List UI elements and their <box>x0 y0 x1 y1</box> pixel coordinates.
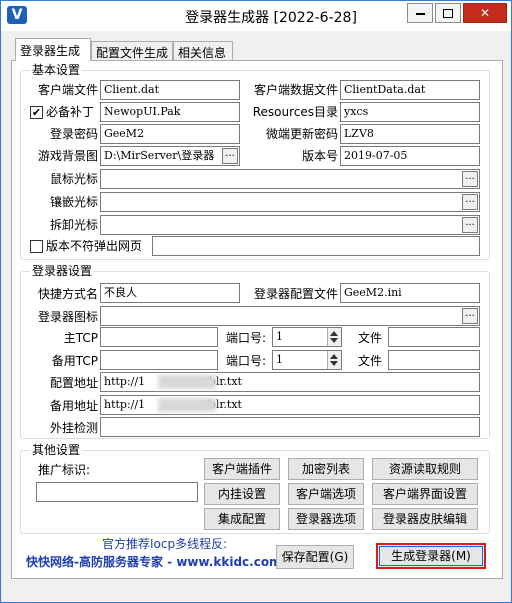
promo-input[interactable] <box>36 482 198 502</box>
client-options-button[interactable]: 客户端选项 <box>288 483 364 505</box>
config-url-prefix: http://1 <box>104 375 146 388</box>
password-input[interactable]: GeeM2 <box>100 124 240 144</box>
backup-url-label: 备用地址 <box>49 399 98 413</box>
checkmark-icon: ✔ <box>31 106 42 119</box>
window-title: 登录器生成器 [2022-6-28] <box>185 10 357 26</box>
main-tcp-label: 主TCP <box>63 331 98 345</box>
mismatch-url-input[interactable] <box>152 236 480 256</box>
close-icon: ✕ <box>479 6 491 20</box>
title-bar[interactable]: V 登录器生成器 [2022-6-28] ✕ <box>1 1 511 31</box>
tab-config-generate[interactable]: 配置文件生成 <box>91 41 173 60</box>
main-port-label: 端口号: <box>226 331 267 345</box>
backup-port-spinner[interactable] <box>327 351 341 369</box>
version-label: 版本号 <box>301 149 338 163</box>
mismatch-label: 版本不符弹出网页 <box>46 239 143 253</box>
minimize-icon <box>415 12 425 15</box>
shortcut-label: 快捷方式名 <box>37 287 98 301</box>
redacted-blur <box>158 398 216 412</box>
encrypt-list-button[interactable]: 加密列表 <box>288 458 364 480</box>
backup-file-input[interactable] <box>388 350 480 370</box>
generate-launcher-button[interactable]: 生成登录器(M) <box>376 543 486 569</box>
config-file-label: 登录器配置文件 <box>253 287 338 301</box>
maximize-button[interactable] <box>435 3 461 23</box>
inlay-cursor-browse-button[interactable]: ... <box>462 194 478 210</box>
launcher-skin-button[interactable]: 登录器皮肤编辑 <box>372 508 478 530</box>
tab-related-info[interactable]: 相关信息 <box>173 41 233 60</box>
resources-input[interactable]: yxcs <box>340 102 480 122</box>
spin-up-icon <box>330 331 338 336</box>
main-file-label: 文件 <box>358 331 383 345</box>
main-file-input[interactable] <box>388 327 480 347</box>
patch-input[interactable]: NewopUI.Pak <box>100 102 240 122</box>
tab-panel: 基本设置 客户端文件 Client.dat 客户端数据文件 ClientData… <box>11 60 503 579</box>
inner-hook-button[interactable]: 内挂设置 <box>204 483 280 505</box>
integrated-config-button[interactable]: 集成配置 <box>204 508 280 530</box>
basic-settings-title: 基本设置 <box>30 63 83 77</box>
spin-up-icon <box>330 354 338 359</box>
spin-down-icon <box>330 338 338 343</box>
other-settings-title: 其他设置 <box>30 443 83 457</box>
patch-checkbox[interactable]: ✔ <box>30 106 43 119</box>
brand-link[interactable]: 快快网络-高防服务器专家 - www.kkidc.com <box>26 553 282 570</box>
config-file-input[interactable]: GeeM2.ini <box>340 283 480 303</box>
tab-launcher-generate[interactable]: 登录器生成 <box>15 38 91 61</box>
save-config-button[interactable]: 保存配置(G) <box>276 545 354 569</box>
inlay-cursor-input[interactable] <box>100 192 480 212</box>
main-window: V 登录器生成器 [2022-6-28] ✕ 登录器生成 配置文件生成 相关信息… <box>0 0 512 603</box>
backup-url-prefix: http://1 <box>104 398 146 411</box>
resource-rules-button[interactable]: 资源读取规则 <box>372 458 478 480</box>
password-label: 登录密码 <box>49 127 98 141</box>
backup-url-input[interactable]: http://1/blr.txt <box>100 395 480 415</box>
launcher-options-button[interactable]: 登录器选项 <box>288 508 364 530</box>
remove-cursor-input[interactable] <box>100 215 480 235</box>
launcher-icon-input[interactable] <box>100 306 480 326</box>
config-url-label: 配置地址 <box>49 376 98 390</box>
launcher-settings-title: 登录器设置 <box>30 264 95 278</box>
client-file-label: 客户端文件 <box>37 83 98 97</box>
redacted-blur <box>158 375 216 389</box>
client-file-input[interactable]: Client.dat <box>100 80 240 100</box>
config-url-input[interactable]: http://1/blr.txt <box>100 372 480 392</box>
minimize-button[interactable] <box>407 3 433 23</box>
cursor-input[interactable] <box>100 169 480 189</box>
background-input[interactable]: D:\MirServer\登录器 <box>100 146 240 166</box>
launcher-icon-browse-button[interactable]: ... <box>462 308 478 324</box>
client-data-label: 客户端数据文件 <box>253 83 338 97</box>
inlay-cursor-label: 镶嵌光标 <box>49 195 98 209</box>
maximize-icon <box>443 9 453 18</box>
backup-tcp-input[interactable] <box>100 350 218 370</box>
promo-label: 推广标识: <box>38 463 91 477</box>
close-button[interactable]: ✕ <box>463 3 507 23</box>
client-data-input[interactable]: ClientData.dat <box>340 80 480 100</box>
app-logo-icon: V <box>7 6 27 24</box>
cursor-browse-button[interactable]: ... <box>462 171 478 187</box>
shortcut-input[interactable]: 不良人 <box>100 283 240 303</box>
backup-port-label: 端口号: <box>226 354 267 368</box>
background-browse-button[interactable]: ... <box>222 148 238 164</box>
cheat-detect-input[interactable] <box>100 417 480 437</box>
micro-password-input[interactable]: LZV8 <box>340 124 480 144</box>
client-ui-settings-button[interactable]: 客户端界面设置 <box>372 483 478 505</box>
cheat-detect-label: 外挂检测 <box>49 421 98 435</box>
micro-password-label: 微端更新密码 <box>265 127 338 141</box>
cursor-label: 鼠标光标 <box>49 172 98 186</box>
client-plugin-button[interactable]: 客户端插件 <box>204 458 280 480</box>
background-label: 游戏背景图 <box>37 149 98 163</box>
main-tcp-input[interactable] <box>100 327 218 347</box>
backup-tcp-label: 备用TCP <box>51 354 98 368</box>
patch-label: 必备补丁 <box>46 105 95 119</box>
backup-file-label: 文件 <box>358 354 383 368</box>
remove-cursor-browse-button[interactable]: ... <box>462 217 478 233</box>
window-bottom-strip <box>1 582 511 602</box>
launcher-icon-label: 登录器图标 <box>37 310 98 324</box>
resources-label: Resources目录 <box>252 105 338 119</box>
version-input[interactable]: 2019-07-05 <box>340 146 480 166</box>
recommend-text: 官方推荐Iocp多线程反: <box>102 537 228 551</box>
mismatch-checkbox[interactable] <box>30 240 43 253</box>
remove-cursor-label: 拆卸光标 <box>49 218 98 232</box>
spin-down-icon <box>330 361 338 366</box>
main-port-spinner[interactable] <box>327 328 341 346</box>
